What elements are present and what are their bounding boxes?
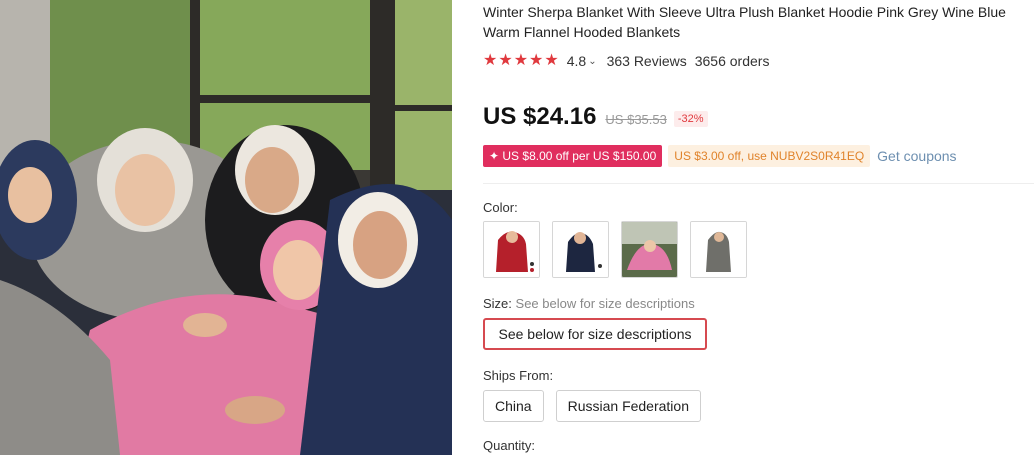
coupon-row: ✦ US $8.00 off per US $150.00 US $3.00 o… — [483, 145, 957, 167]
size-label-row: Size: See below for size descriptions — [483, 296, 695, 311]
color-swatch-navy-blue[interactable] — [552, 221, 609, 278]
divider — [483, 183, 1034, 184]
swatch-pink-image — [622, 222, 677, 277]
product-image[interactable] — [0, 0, 452, 455]
reviews-link[interactable]: 363 Reviews — [607, 53, 687, 69]
size-hint: See below for size descriptions — [515, 296, 695, 311]
current-price: US $24.16 — [483, 103, 597, 130]
color-swatch-grey[interactable] — [690, 221, 747, 278]
quantity-label: Quantity: — [483, 438, 536, 453]
rating-row: ★ ★ ★ ★ ★ 4.8 ⌄ 363 Reviews 3656 orders — [483, 51, 769, 71]
rating-value[interactable]: 4.8 — [567, 53, 586, 69]
color-swatch-pink[interactable] — [621, 221, 678, 278]
ships-from-options: China Russian Federation — [483, 390, 701, 422]
ships-from-label: Ships From: — [483, 368, 554, 383]
original-price: US $35.53 — [605, 111, 667, 127]
get-coupons-link[interactable]: Get coupons — [877, 148, 956, 164]
star-icon: ★ — [513, 52, 529, 69]
discount-badge: -32% — [673, 110, 708, 127]
code-coupon-badge[interactable]: US $3.00 off, use NUBV2S0R41EQ — [668, 145, 871, 167]
swatch-grey-image — [691, 222, 746, 277]
star-icon: ★ — [498, 52, 513, 69]
size-label: Size: — [483, 296, 512, 311]
ships-from-russia-button[interactable]: Russian Federation — [555, 390, 701, 422]
swatch-navy-image — [553, 222, 608, 277]
product-photo-graphic — [0, 0, 452, 455]
size-option-button[interactable]: See below for size descriptions — [483, 318, 707, 350]
star-icon: ★ — [529, 52, 544, 69]
star-icon: ★ — [483, 52, 498, 69]
orders-count: 3656 orders — [694, 53, 770, 69]
color-swatch-wine[interactable] — [483, 221, 540, 278]
star-icon: ★ — [544, 52, 559, 69]
swatch-wine-image — [484, 222, 539, 277]
ships-from-china-button[interactable]: China — [483, 390, 544, 422]
rating-stars: ★ ★ ★ ★ ★ — [483, 53, 559, 69]
store-coupon-badge[interactable]: ✦ US $8.00 off per US $150.00 — [483, 145, 663, 167]
color-swatches — [483, 221, 747, 278]
chevron-down-icon[interactable]: ⌄ — [588, 56, 596, 67]
color-label: Color: — [483, 200, 518, 215]
product-title: Winter Sherpa Blanket With Sleeve Ultra … — [483, 4, 1006, 40]
price-row: US $24.16 US $35.53 -32% — [483, 103, 708, 131]
